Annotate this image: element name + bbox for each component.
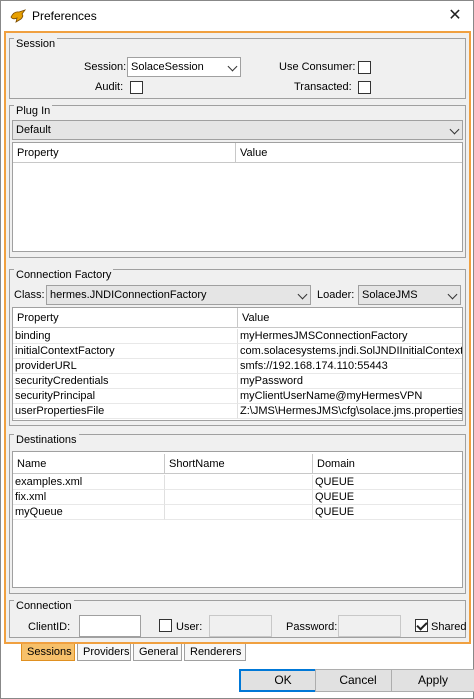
session-select[interactable]: SolaceSession: [127, 57, 241, 77]
chevron-down-icon: [227, 61, 238, 72]
use-consumer-checkbox[interactable]: [358, 61, 371, 74]
clientid-input[interactable]: [79, 615, 141, 637]
class-label: Class:: [14, 289, 45, 301]
table-row[interactable]: userPropertiesFile Z:\JMS\HermesJMS\cfg\…: [13, 404, 462, 419]
tab-general[interactable]: General: [133, 644, 182, 661]
connection-group: Connection ClientID: User: Password: Sha…: [9, 600, 466, 638]
cf-property-cell: initialContextFactory: [13, 344, 238, 359]
cf-property-cell: binding: [13, 329, 238, 344]
destinations-group: Destinations Name ShortName Domain examp…: [9, 434, 466, 594]
tab-sessions[interactable]: Sessions: [21, 644, 75, 661]
ok-button[interactable]: OK: [239, 669, 327, 692]
table-row[interactable]: myQueue QUEUE: [13, 505, 462, 520]
dest-domain-cell: QUEUE: [313, 505, 462, 520]
transacted-label: Transacted:: [294, 81, 352, 93]
cf-value-cell[interactable]: myPassword: [238, 374, 462, 389]
dest-shortname-cell: [165, 490, 313, 505]
tab-renderers[interactable]: Renderers: [184, 644, 246, 661]
plugin-column-value[interactable]: Value: [236, 143, 462, 163]
table-row[interactable]: fix.xml QUEUE: [13, 490, 462, 505]
connection-factory-group-title: Connection Factory: [14, 269, 114, 281]
user-checkbox[interactable]: [159, 619, 172, 632]
sessions-tab-panel: Session Session: SolaceSession Audit: Us…: [4, 31, 471, 644]
use-consumer-label: Use Consumer:: [279, 61, 356, 73]
tab-providers[interactable]: Providers: [77, 644, 131, 661]
cf-property-cell: providerURL: [13, 359, 238, 374]
cf-property-cell: userPropertiesFile: [13, 404, 238, 419]
cf-value-cell[interactable]: myHermesJMSConnectionFactory: [238, 329, 462, 344]
plugin-column-property[interactable]: Property: [13, 143, 236, 163]
session-select-value: SolaceSession: [131, 61, 204, 73]
loader-label: Loader:: [317, 289, 355, 301]
preferences-window: Preferences ✕ Session Session: SolaceSes…: [0, 0, 474, 699]
connection-group-title: Connection: [14, 600, 74, 612]
destinations-table[interactable]: Name ShortName Domain examples.xml QUEUE…: [12, 451, 463, 588]
dest-shortname-cell: [165, 475, 313, 490]
dest-name-cell: fix.xml: [13, 490, 165, 505]
table-row[interactable]: examples.xml QUEUE: [13, 475, 462, 490]
plugin-group-title: Plug In: [14, 105, 53, 117]
cf-value-cell[interactable]: myClientUserName@myHermesVPN: [238, 389, 462, 404]
dest-column-name[interactable]: Name: [13, 454, 165, 474]
cf-property-cell: securityPrincipal: [13, 389, 238, 404]
destinations-group-title: Destinations: [14, 434, 79, 446]
clientid-label: ClientID:: [28, 621, 71, 633]
password-label: Password:: [286, 621, 338, 633]
connection-factory-group: Connection Factory Class: hermes.JNDICon…: [9, 269, 466, 426]
password-input[interactable]: [338, 615, 401, 637]
dest-domain-cell: QUEUE: [313, 490, 462, 505]
table-row[interactable]: securityPrincipal myClientUserName@myHer…: [13, 389, 462, 404]
table-row[interactable]: providerURL smfs://192.168.174.110:55443: [13, 359, 462, 374]
shared-checkbox[interactable]: [415, 619, 428, 632]
table-row[interactable]: initialContextFactory com.solacesystems.…: [13, 344, 462, 359]
dest-name-cell: examples.xml: [13, 475, 165, 490]
user-label: User:: [176, 621, 203, 633]
dest-column-shortname[interactable]: ShortName: [165, 454, 313, 474]
chevron-down-icon: [449, 124, 460, 135]
cf-value-cell[interactable]: com.solacesystems.jndi.SolJNDIInitialCon…: [238, 344, 462, 359]
shared-label: Shared: [431, 621, 467, 633]
transacted-checkbox[interactable]: [358, 81, 371, 94]
session-group-title: Session: [14, 38, 58, 50]
session-group: Session Session: SolaceSession Audit: Us…: [9, 38, 466, 99]
connection-factory-properties-table[interactable]: Property Value binding myHermesJMSConnec…: [12, 307, 463, 421]
cf-property-cell: securityCredentials: [13, 374, 238, 389]
title-bar[interactable]: Preferences ✕: [1, 1, 473, 31]
plugin-properties-table[interactable]: Property Value: [12, 142, 463, 252]
dest-domain-cell: QUEUE: [313, 475, 462, 490]
cf-column-value[interactable]: Value: [238, 308, 462, 328]
plugin-select[interactable]: Default: [12, 120, 463, 140]
cf-value-cell[interactable]: smfs://192.168.174.110:55443: [238, 359, 462, 374]
loader-select[interactable]: SolaceJMS: [358, 285, 461, 305]
plugin-select-value: Default: [16, 124, 51, 136]
cf-column-property[interactable]: Property: [13, 308, 238, 328]
audit-label: Audit:: [95, 81, 124, 93]
chevron-down-icon: [297, 289, 308, 300]
class-select-value: hermes.JNDIConnectionFactory: [50, 289, 207, 301]
close-icon[interactable]: ✕: [445, 7, 465, 25]
table-row[interactable]: binding myHermesJMSConnectionFactory: [13, 329, 462, 344]
dest-shortname-cell: [165, 505, 313, 520]
loader-select-value: SolaceJMS: [362, 289, 418, 301]
chevron-down-icon: [447, 289, 458, 300]
dest-column-domain[interactable]: Domain: [313, 454, 462, 474]
session-label: Session:: [84, 61, 127, 73]
hermes-app-icon: [10, 9, 26, 23]
apply-button[interactable]: Apply: [391, 669, 474, 692]
cancel-button[interactable]: Cancel: [315, 669, 401, 692]
class-select[interactable]: hermes.JNDIConnectionFactory: [46, 285, 311, 305]
table-row[interactable]: securityCredentials myPassword: [13, 374, 462, 389]
dest-name-cell: myQueue: [13, 505, 165, 520]
cf-value-cell[interactable]: Z:\JMS\HermesJMS\cfg\solace.jms.properti…: [238, 404, 462, 419]
plugin-group: Plug In Default Property Value: [9, 105, 466, 258]
window-title: Preferences: [32, 9, 97, 23]
audit-checkbox[interactable]: [130, 81, 143, 94]
user-input[interactable]: [209, 615, 272, 637]
